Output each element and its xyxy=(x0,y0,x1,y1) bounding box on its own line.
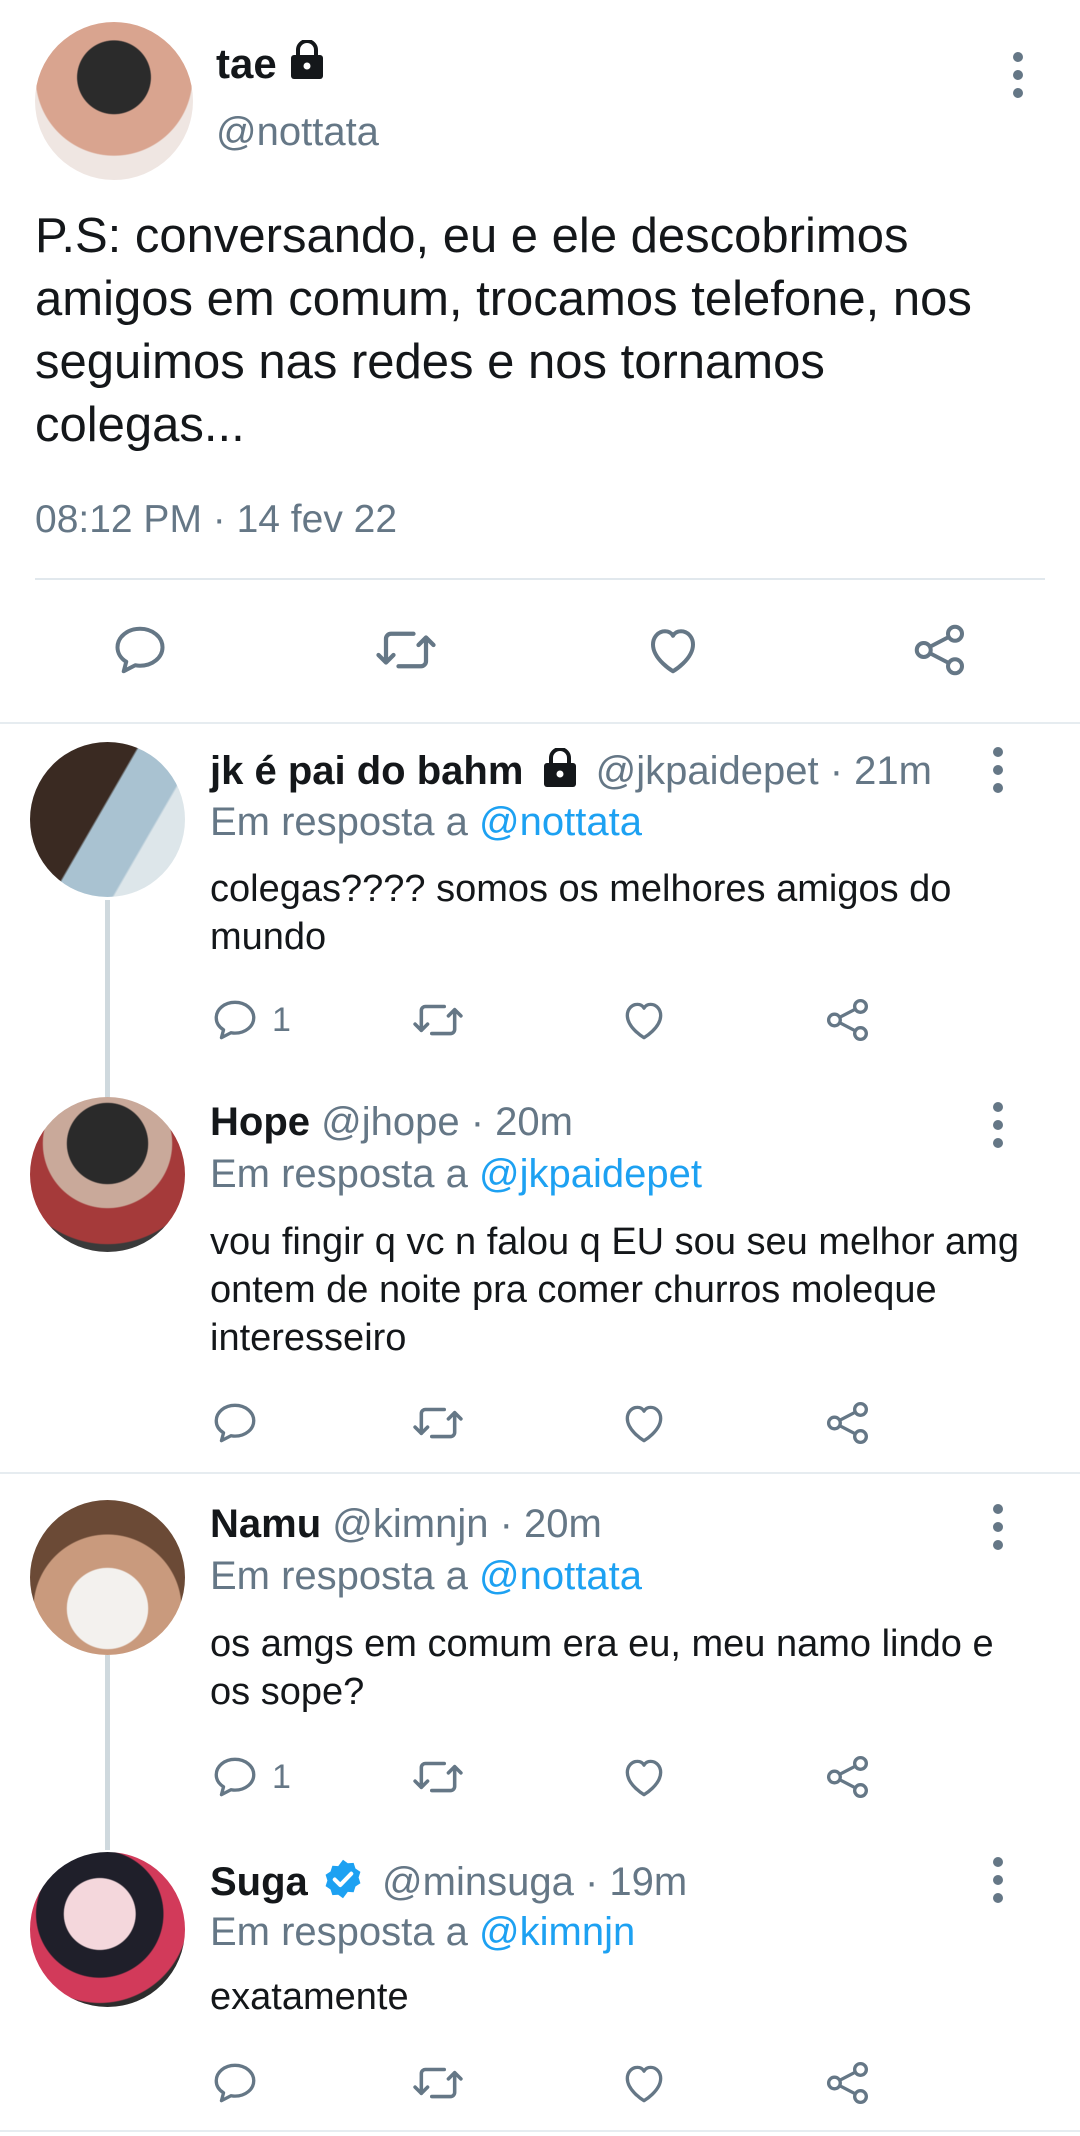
tweet-text: P.S: conversando, eu e ele descobrimos a… xyxy=(35,209,972,452)
like-button[interactable] xyxy=(618,1752,670,1802)
reply-icon xyxy=(214,1000,256,1040)
thread-line xyxy=(105,900,110,1100)
reply-text: exatamente xyxy=(210,1976,409,2018)
retweet-button[interactable] xyxy=(373,620,439,680)
in-reply-label: Em resposta a xyxy=(210,800,468,844)
share-icon xyxy=(914,624,964,676)
reply-text: colegas???? somos os melhores amigos do … xyxy=(210,868,952,958)
reply-button[interactable] xyxy=(110,620,170,680)
author-handle[interactable]: @kimnjn xyxy=(332,1502,488,1546)
retweet-icon xyxy=(413,2067,463,2099)
share-button[interactable] xyxy=(910,620,970,680)
section-divider xyxy=(0,1472,1080,1474)
divider xyxy=(35,578,1045,580)
like-button[interactable] xyxy=(618,1398,670,1448)
reply-time: · 21m xyxy=(829,749,932,793)
author-handle[interactable]: @jkpaidepet xyxy=(596,749,819,793)
avatar[interactable] xyxy=(30,1500,185,1655)
retweet-button[interactable] xyxy=(410,995,466,1045)
share-button[interactable] xyxy=(823,995,873,1045)
share-button[interactable] xyxy=(823,1398,873,1448)
share-icon xyxy=(826,1755,868,1799)
more-options-icon[interactable] xyxy=(978,1497,1018,1557)
retweet-button[interactable] xyxy=(410,1398,466,1448)
mention-link[interactable]: @nottata xyxy=(479,800,642,844)
lock-icon xyxy=(541,748,579,788)
author-name[interactable]: Hope xyxy=(210,1100,310,1144)
avatar[interactable] xyxy=(30,1097,185,1252)
retweet-button[interactable] xyxy=(410,2058,466,2108)
heart-icon xyxy=(625,1759,663,1797)
author-name[interactable]: Namu xyxy=(210,1502,321,1546)
reply-button[interactable] xyxy=(210,1398,272,1448)
share-icon xyxy=(826,2061,868,2105)
retweet-button[interactable] xyxy=(410,1752,466,1802)
retweet-icon xyxy=(413,1761,463,1793)
reply-header: jk é pai do bahm @jkpaidepet · 21m xyxy=(210,748,932,794)
in-reply-to: Em resposta a @nottata xyxy=(210,1554,642,1599)
heart-icon xyxy=(625,2065,663,2103)
reply-icon xyxy=(214,1403,256,1443)
mention-link[interactable]: @nottata xyxy=(479,1554,642,1598)
lock-icon xyxy=(288,40,326,80)
more-options-icon[interactable] xyxy=(978,1095,1018,1155)
reply-header: Namu @kimnjn · 20m xyxy=(210,1502,602,1547)
tweet-timestamp: 08:12 PM · 14 fev 22 xyxy=(35,498,398,541)
in-reply-label: Em resposta a xyxy=(210,1554,468,1598)
reply-time: · 20m xyxy=(470,1100,573,1144)
reply-icon xyxy=(115,626,165,674)
reply-button[interactable]: 1 xyxy=(210,1752,291,1802)
reply-button[interactable]: 1 xyxy=(210,995,291,1045)
reply-header: Hope @jhope · 20m xyxy=(210,1100,573,1145)
share-button[interactable] xyxy=(823,1752,873,1802)
avatar[interactable] xyxy=(30,742,185,897)
heart-icon xyxy=(625,1405,663,1443)
more-options-icon[interactable] xyxy=(998,45,1038,105)
reply-text: os amgs em comum era eu, meu namo lindo … xyxy=(210,1623,994,1713)
reply-time: · 19m xyxy=(584,1860,688,1904)
more-options-icon[interactable] xyxy=(978,740,1018,800)
thread-line xyxy=(105,1655,110,1850)
author-handle[interactable]: @minsuga xyxy=(382,1860,574,1904)
reply-count: 1 xyxy=(272,1757,291,1796)
mention-link[interactable]: @jkpaidepet xyxy=(479,1152,702,1196)
avatar[interactable] xyxy=(35,22,193,180)
like-button[interactable] xyxy=(618,995,670,1045)
retweet-icon xyxy=(413,1407,463,1439)
in-reply-to: Em resposta a @kimnjn xyxy=(210,1910,635,1955)
more-options-icon[interactable] xyxy=(978,1850,1018,1910)
reply-header: Suga @minsuga · 19m xyxy=(210,1857,687,1905)
retweet-icon xyxy=(376,631,436,669)
verified-badge-icon xyxy=(321,1857,365,1901)
in-reply-to: Em resposta a @jkpaidepet xyxy=(210,1152,702,1197)
author-handle[interactable]: @jhope xyxy=(321,1100,459,1144)
reply-icon xyxy=(214,2063,256,2103)
mention-link[interactable]: @kimnjn xyxy=(479,1910,635,1954)
section-divider xyxy=(0,2130,1080,2132)
share-button[interactable] xyxy=(823,2058,873,2108)
reply-button[interactable] xyxy=(210,2058,272,2108)
reply-text: vou fingir q vc n falou q EU sou seu mel… xyxy=(210,1221,1019,1359)
author-handle[interactable]: @nottata xyxy=(216,110,379,155)
in-reply-label: Em resposta a xyxy=(210,1910,468,1954)
reply-icon xyxy=(214,1757,256,1797)
in-reply-label: Em resposta a xyxy=(210,1152,468,1196)
share-icon xyxy=(826,998,868,1042)
share-icon xyxy=(826,1401,868,1445)
heart-icon xyxy=(651,629,695,674)
author-name[interactable]: tae xyxy=(216,40,277,88)
reply-time: · 20m xyxy=(499,1502,602,1546)
avatar[interactable] xyxy=(30,1852,185,2007)
retweet-icon xyxy=(413,1004,463,1036)
like-button[interactable] xyxy=(618,2058,670,2108)
heart-icon xyxy=(625,1002,663,1040)
in-reply-to: Em resposta a @nottata xyxy=(210,800,642,845)
author-name[interactable]: Suga xyxy=(210,1860,308,1904)
like-button[interactable] xyxy=(642,620,704,680)
reply-count: 1 xyxy=(272,1000,291,1039)
author-name[interactable]: jk é pai do bahm xyxy=(210,749,523,793)
section-divider xyxy=(0,722,1080,724)
